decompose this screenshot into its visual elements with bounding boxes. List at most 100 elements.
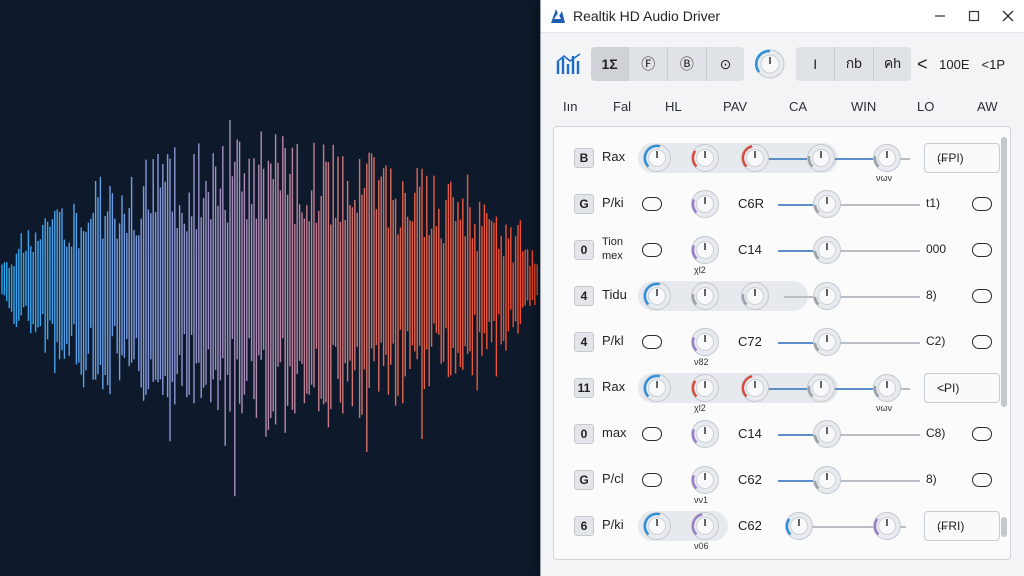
channel-value: C2) bbox=[926, 334, 946, 348]
maximize-icon[interactable] bbox=[957, 0, 991, 32]
eq-knob-mid[interactable] bbox=[806, 373, 836, 403]
eq-slider-knob[interactable] bbox=[812, 235, 842, 265]
eq-slider-knob[interactable] bbox=[812, 465, 842, 495]
toggle-icon[interactable] bbox=[642, 197, 662, 211]
knob-sublabel: χl2 bbox=[694, 403, 706, 413]
channel-value: t1) bbox=[926, 196, 941, 210]
channel-name: P/cl bbox=[602, 471, 624, 486]
eq-slider-fill bbox=[778, 480, 814, 482]
pan-knob[interactable] bbox=[690, 419, 720, 449]
channel-badge[interactable]: 6 bbox=[574, 516, 594, 536]
route-button[interactable]: (FRI) → bbox=[924, 511, 1000, 541]
toggle-icon[interactable] bbox=[642, 473, 662, 487]
route-button[interactable]: <PI) → bbox=[924, 373, 1000, 403]
eq-knob-high[interactable] bbox=[872, 143, 902, 173]
scrollbar-thumb[interactable] bbox=[1001, 137, 1007, 407]
pan-knob[interactable] bbox=[690, 373, 720, 403]
vertical-scrollbar[interactable] bbox=[1000, 137, 1008, 547]
pan-knob[interactable] bbox=[690, 235, 720, 265]
toggle-icon[interactable] bbox=[972, 289, 992, 303]
eq-slider-knob[interactable] bbox=[812, 419, 842, 449]
eq-slider-track[interactable] bbox=[784, 296, 920, 298]
eq-knob-high[interactable] bbox=[872, 373, 902, 403]
channel-badge[interactable]: 4 bbox=[574, 286, 594, 306]
pan-knob[interactable] bbox=[690, 281, 720, 311]
toolbar-button-6[interactable]: กb bbox=[835, 47, 874, 81]
column-header: LO bbox=[917, 99, 935, 114]
pan-knob[interactable] bbox=[690, 327, 720, 357]
toggle-icon[interactable] bbox=[972, 243, 992, 257]
channel-code: C14 bbox=[738, 242, 762, 257]
toolbar-button-1[interactable]: 1Σ bbox=[590, 47, 630, 81]
toggle-icon[interactable] bbox=[642, 335, 662, 349]
eq-knob-low[interactable] bbox=[740, 143, 770, 173]
eq-slider-fill bbox=[778, 204, 814, 206]
gain-knob[interactable] bbox=[642, 511, 672, 541]
eq-slider-knob[interactable] bbox=[812, 281, 842, 311]
eq-knob-mid[interactable] bbox=[806, 143, 836, 173]
toolbar-button-3[interactable]: Ⓑ bbox=[668, 47, 707, 81]
channel-badge[interactable]: 4 bbox=[574, 332, 594, 352]
channel-row: 11 Rax <PI) → χl2 νων bbox=[554, 367, 1000, 413]
knob-sublabel: χl2 bbox=[694, 265, 706, 275]
toolbar-button-4[interactable]: ⊙ bbox=[707, 47, 745, 81]
channel-row: G P/cl C62 8) νν1 bbox=[554, 459, 994, 505]
channel-code: C72 bbox=[738, 334, 762, 349]
eq-slider-knob[interactable] bbox=[812, 327, 842, 357]
toggle-icon[interactable] bbox=[642, 427, 662, 441]
waveform-lines bbox=[0, 120, 540, 497]
close-icon[interactable] bbox=[991, 0, 1024, 32]
scrollbar-thumb-lower[interactable] bbox=[1001, 517, 1007, 537]
eq-knob-low[interactable] bbox=[740, 373, 770, 403]
channel-badge[interactable]: 0 bbox=[574, 240, 594, 260]
channel-code: C62 bbox=[738, 518, 762, 533]
eq-slider-knob[interactable] bbox=[784, 511, 814, 541]
channel-row: G P/ki C6R t1) bbox=[554, 183, 994, 227]
toolbar-button-5[interactable]: I bbox=[796, 47, 836, 81]
master-volume-knob[interactable] bbox=[754, 48, 786, 80]
column-header: Iın bbox=[563, 99, 578, 114]
channel-badge[interactable]: 11 bbox=[574, 378, 594, 398]
equalizer-icon[interactable] bbox=[555, 50, 583, 78]
channel-code: C14 bbox=[738, 426, 762, 441]
channel-badge[interactable]: B bbox=[574, 148, 594, 168]
column-headers: Iın Fal HL PAV CA WIN LO AW bbox=[555, 96, 1011, 118]
eq-knob-low[interactable] bbox=[740, 281, 770, 311]
toolbar-group-primary: 1Σ Ⓕ Ⓑ ⊙ bbox=[590, 47, 745, 81]
knob-sublabel: νων bbox=[876, 403, 893, 413]
channel-badge[interactable]: 0 bbox=[574, 424, 594, 444]
chevron-left-icon[interactable]: < bbox=[911, 47, 933, 81]
eq-slider-knob-end[interactable] bbox=[872, 511, 902, 541]
pan-knob[interactable] bbox=[690, 511, 720, 541]
eq-slider-fill bbox=[778, 434, 814, 436]
channel-row: 4 P/kl C72 C2) ν82 bbox=[554, 321, 994, 367]
gain-knob[interactable] bbox=[642, 281, 672, 311]
toolbar: 1Σ Ⓕ Ⓑ ⊙ I กb คh < 100E <1P bbox=[555, 44, 1011, 84]
toggle-icon[interactable] bbox=[972, 197, 992, 211]
toggle-icon[interactable] bbox=[972, 427, 992, 441]
channel-name: Tion mex bbox=[602, 236, 623, 262]
toggle-icon[interactable] bbox=[972, 335, 992, 349]
channel-value: 8) bbox=[926, 288, 937, 302]
channel-name: Rax bbox=[602, 149, 626, 164]
toggle-icon[interactable] bbox=[642, 243, 662, 257]
gain-knob[interactable] bbox=[642, 143, 672, 173]
toolbar-button-2[interactable]: Ⓕ bbox=[629, 47, 669, 81]
channel-value: 8) bbox=[926, 472, 937, 486]
channel-badge[interactable]: G bbox=[574, 194, 594, 214]
column-header: Fal bbox=[613, 99, 632, 114]
gain-knob[interactable] bbox=[642, 373, 672, 403]
channel-value: C8) bbox=[926, 426, 946, 440]
eq-slider-fill bbox=[778, 250, 814, 252]
pan-knob[interactable] bbox=[690, 189, 720, 219]
toggle-icon[interactable] bbox=[972, 473, 992, 487]
route-button[interactable]: (FPI) → bbox=[924, 143, 1000, 173]
channel-badge[interactable]: G bbox=[574, 470, 594, 490]
pan-knob[interactable] bbox=[690, 465, 720, 495]
pan-knob[interactable] bbox=[690, 143, 720, 173]
minimize-icon[interactable] bbox=[923, 0, 957, 32]
knob-sublabel: ν82 bbox=[694, 357, 709, 367]
toolbar-button-7[interactable]: คh bbox=[874, 47, 912, 81]
toolbar-readout-2[interactable]: <1P bbox=[976, 47, 1012, 81]
eq-slider-knob[interactable] bbox=[812, 189, 842, 219]
